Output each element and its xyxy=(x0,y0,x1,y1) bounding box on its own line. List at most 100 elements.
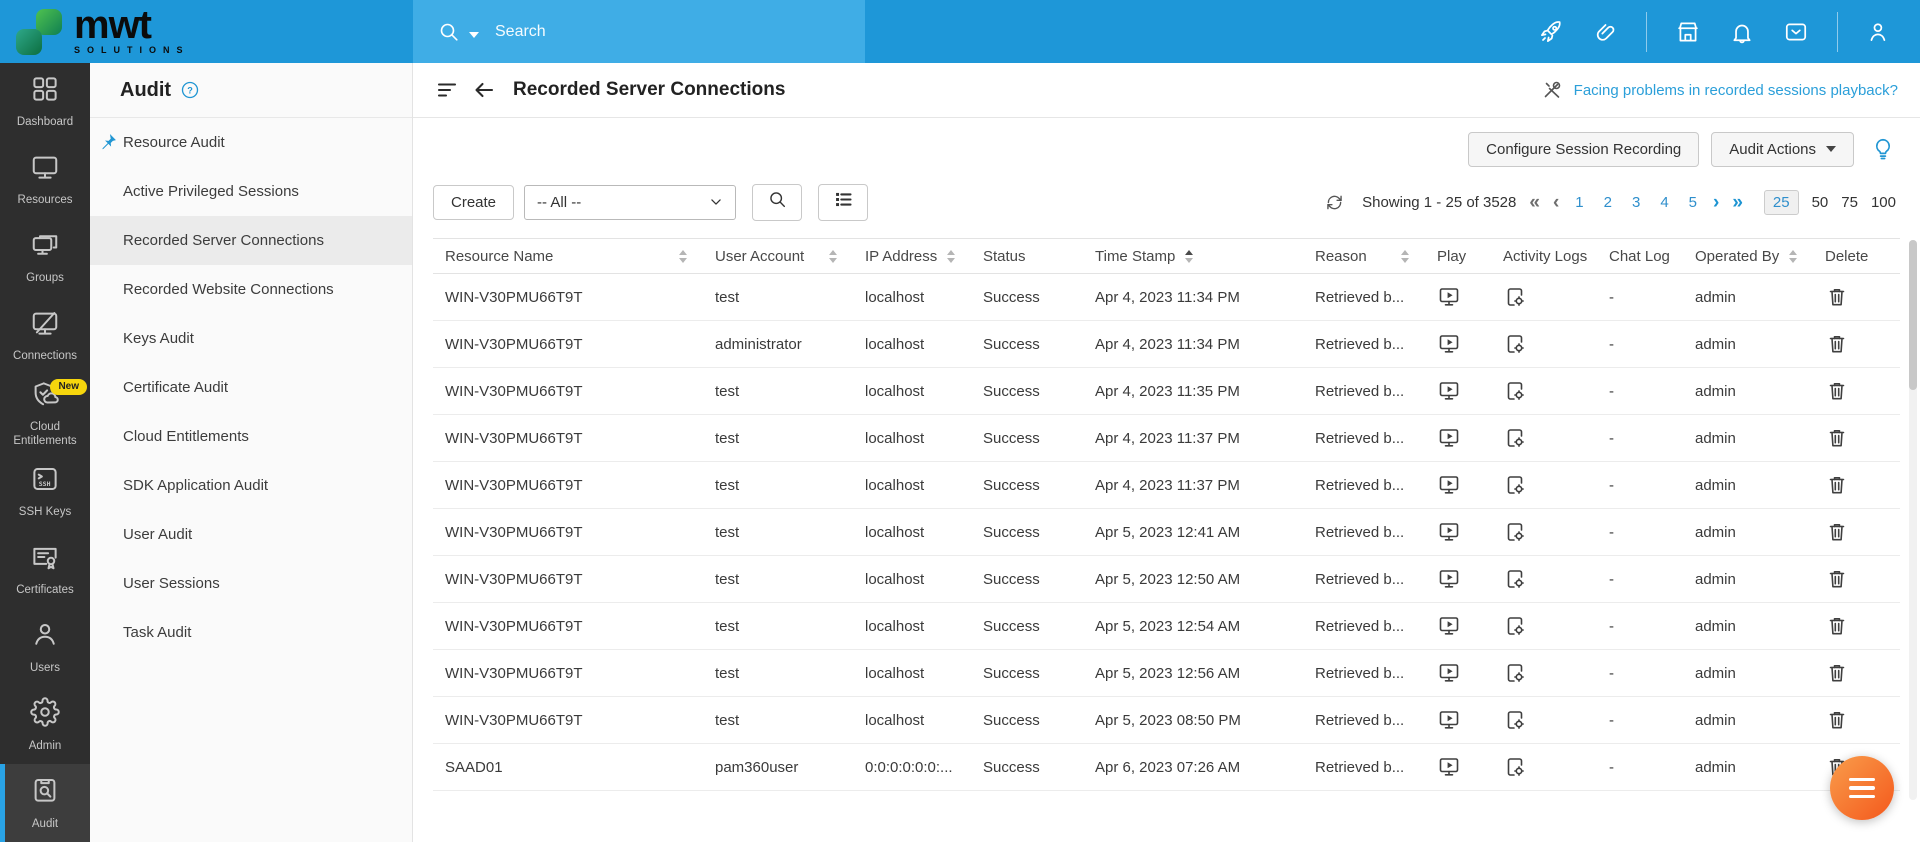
audit-menu-item[interactable]: Cloud Entitlements xyxy=(90,412,412,461)
floating-menu-button[interactable] xyxy=(1830,756,1894,820)
bulb-tip-icon[interactable] xyxy=(1870,136,1896,162)
audit-actions-button[interactable]: Audit Actions xyxy=(1711,132,1854,167)
audit-menu-item[interactable]: Resource Audit xyxy=(90,118,412,167)
first-page-button[interactable]: « xyxy=(1529,193,1540,212)
sort-arrows-icon[interactable] xyxy=(829,250,837,263)
page-number[interactable]: 5 xyxy=(1686,194,1700,211)
delete-button[interactable] xyxy=(1825,567,1849,591)
audit-menu-item[interactable]: Active Privileged Sessions xyxy=(90,167,412,216)
page-number[interactable]: 2 xyxy=(1601,194,1615,211)
sort-arrows-icon[interactable] xyxy=(679,250,687,263)
activity-logs-button[interactable] xyxy=(1503,426,1527,450)
sidebar-item[interactable]: Resources xyxy=(0,141,90,219)
play-recording-button[interactable] xyxy=(1437,332,1461,356)
sidebar-item[interactable]: Groups xyxy=(0,219,90,297)
audit-menu-item[interactable]: User Sessions xyxy=(90,559,412,608)
sidebar-item[interactable]: Certificates xyxy=(0,530,90,608)
play-recording-button[interactable] xyxy=(1437,708,1461,732)
column-header[interactable]: Delete xyxy=(1813,239,1891,273)
play-recording-button[interactable] xyxy=(1437,755,1461,779)
column-header[interactable]: Operated By xyxy=(1683,239,1813,273)
delete-button[interactable] xyxy=(1825,285,1849,309)
next-page-button[interactable]: › xyxy=(1713,193,1719,212)
delete-button[interactable] xyxy=(1825,661,1849,685)
column-header[interactable]: Reason xyxy=(1303,239,1425,273)
page-number[interactable]: 4 xyxy=(1657,194,1671,211)
play-recording-button[interactable] xyxy=(1437,473,1461,497)
quick-links-icon[interactable] xyxy=(1592,19,1618,45)
account-icon[interactable] xyxy=(1866,19,1892,45)
audit-menu-item[interactable]: Recorded Website Connections xyxy=(90,265,412,314)
back-button[interactable] xyxy=(472,78,496,102)
audit-menu-item[interactable]: Certificate Audit xyxy=(90,363,412,412)
play-recording-button[interactable] xyxy=(1437,426,1461,450)
sort-arrows-icon[interactable] xyxy=(1185,250,1193,263)
sidebar-item[interactable]: SSH SSH Keys xyxy=(0,453,90,531)
store-icon[interactable] xyxy=(1675,19,1701,45)
playback-help-link[interactable]: Facing problems in recorded sessions pla… xyxy=(1540,78,1898,102)
search-icon[interactable] xyxy=(437,20,461,44)
configure-session-recording-button[interactable]: Configure Session Recording xyxy=(1468,132,1699,167)
column-header[interactable]: Activity Logs xyxy=(1491,239,1597,273)
collapse-menu-icon[interactable] xyxy=(435,78,459,102)
sidebar-item[interactable]: Connections xyxy=(0,297,90,375)
delete-button[interactable] xyxy=(1825,332,1849,356)
scrollbar-thumb[interactable] xyxy=(1909,240,1917,390)
activity-logs-button[interactable] xyxy=(1503,567,1527,591)
scrollbar[interactable] xyxy=(1909,240,1917,800)
page-size-option[interactable]: 25 xyxy=(1764,190,1799,215)
search-table-button[interactable] xyxy=(752,184,802,221)
activity-logs-button[interactable] xyxy=(1503,661,1527,685)
column-header[interactable]: Resource Name xyxy=(433,239,703,273)
play-recording-button[interactable] xyxy=(1437,614,1461,638)
column-header[interactable]: Chat Log xyxy=(1597,239,1683,273)
last-page-button[interactable]: » xyxy=(1732,193,1743,212)
column-chooser-button[interactable] xyxy=(818,184,868,221)
column-header[interactable]: User Account xyxy=(703,239,853,273)
activity-logs-button[interactable] xyxy=(1503,520,1527,544)
activity-logs-button[interactable] xyxy=(1503,614,1527,638)
sidebar-item[interactable]: Cloud Entitlements New xyxy=(0,375,90,453)
prev-page-button[interactable]: ‹ xyxy=(1553,193,1559,212)
delete-button[interactable] xyxy=(1825,614,1849,638)
column-header[interactable]: IP Address xyxy=(853,239,971,273)
sidebar-item[interactable]: Dashboard xyxy=(0,63,90,141)
audit-menu-item[interactable]: User Audit xyxy=(90,510,412,559)
page-size-option[interactable]: 100 xyxy=(1871,194,1896,211)
search-input[interactable] xyxy=(495,23,795,41)
play-recording-button[interactable] xyxy=(1437,520,1461,544)
delete-button[interactable] xyxy=(1825,708,1849,732)
rocket-icon[interactable] xyxy=(1538,19,1564,45)
sort-arrows-icon[interactable] xyxy=(947,250,955,263)
play-recording-button[interactable] xyxy=(1437,567,1461,591)
sidebar-item[interactable]: Audit xyxy=(0,764,90,842)
search-scope-caret-icon[interactable] xyxy=(469,32,479,38)
refresh-icon[interactable] xyxy=(1324,192,1345,213)
activity-logs-button[interactable] xyxy=(1503,285,1527,309)
sort-arrows-icon[interactable] xyxy=(1789,250,1797,263)
activity-logs-button[interactable] xyxy=(1503,755,1527,779)
audit-menu-item[interactable]: Keys Audit xyxy=(90,314,412,363)
column-header[interactable]: Time Stamp xyxy=(1083,239,1303,273)
activity-logs-button[interactable] xyxy=(1503,708,1527,732)
page-number[interactable]: 3 xyxy=(1629,194,1643,211)
delete-button[interactable] xyxy=(1825,426,1849,450)
page-number[interactable]: 1 xyxy=(1572,194,1586,211)
help-icon[interactable]: ? xyxy=(180,80,200,100)
sort-arrows-icon[interactable] xyxy=(1401,250,1409,263)
column-header[interactable]: Play xyxy=(1425,239,1491,273)
audit-menu-item[interactable]: Task Audit xyxy=(90,608,412,657)
notifications-icon[interactable] xyxy=(1729,19,1755,45)
page-size-option[interactable]: 75 xyxy=(1841,194,1858,211)
filter-select[interactable]: -- All -- xyxy=(524,185,736,220)
delete-button[interactable] xyxy=(1825,473,1849,497)
activity-logs-button[interactable] xyxy=(1503,379,1527,403)
create-button[interactable]: Create xyxy=(433,185,514,220)
activity-logs-button[interactable] xyxy=(1503,473,1527,497)
column-header[interactable]: Status xyxy=(971,239,1083,273)
delete-button[interactable] xyxy=(1825,379,1849,403)
play-recording-button[interactable] xyxy=(1437,379,1461,403)
page-size-option[interactable]: 50 xyxy=(1812,194,1829,211)
audit-menu-item[interactable]: SDK Application Audit xyxy=(90,461,412,510)
play-recording-button[interactable] xyxy=(1437,285,1461,309)
